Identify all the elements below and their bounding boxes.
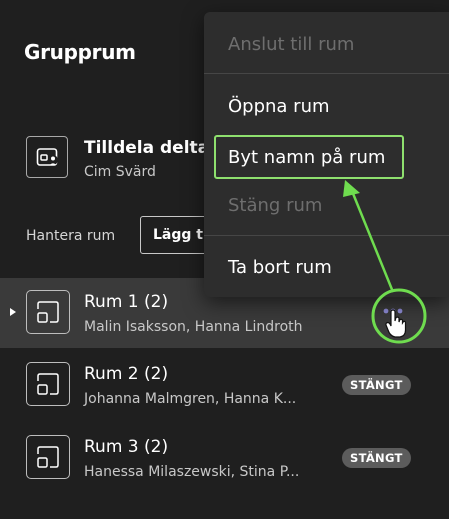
- room-members: Malin Isaksson, Hanna Lindroth: [84, 319, 303, 335]
- room-name: Rum 3 (2): [84, 437, 169, 457]
- menu-item-delete-room[interactable]: Ta bort rum: [228, 257, 332, 278]
- more-options-icon[interactable]: [376, 295, 412, 331]
- status-badge: STÄNGT: [342, 375, 411, 395]
- manage-rooms-label: Hantera rum: [26, 228, 116, 244]
- room-icon: [26, 435, 70, 479]
- menu-divider: [204, 235, 449, 236]
- room-members: Johanna Malmgren, Hanna K...: [84, 391, 297, 407]
- room-row-2[interactable]: Rum 2 (2) Johanna Malmgren, Hanna K... S…: [0, 350, 449, 420]
- menu-divider: [204, 73, 449, 74]
- assign-participants-subtitle: Cim Svärd: [84, 164, 156, 180]
- status-badge: STÄNGT: [342, 448, 411, 468]
- menu-item-close-room[interactable]: Stäng rum: [228, 195, 322, 216]
- room-icon: [26, 290, 70, 334]
- room-row-3[interactable]: Rum 3 (2) Hanessa Milaszewski, Stina P..…: [0, 423, 449, 493]
- selected-indicator: [10, 308, 16, 316]
- assign-participants-label: Tilldela delta: [84, 138, 210, 158]
- room-context-menu: Anslut till rum Öppna rum Byt namn på ru…: [204, 12, 449, 297]
- assign-participants-icon: [26, 136, 68, 178]
- menu-item-join-room[interactable]: Anslut till rum: [228, 34, 354, 55]
- room-members: Hanessa Milaszewski, Stina P...: [84, 464, 300, 480]
- menu-item-open-room[interactable]: Öppna rum: [228, 96, 330, 117]
- room-icon: [26, 362, 70, 406]
- room-name: Rum 2 (2): [84, 364, 169, 384]
- page-title: Grupprum: [24, 40, 136, 64]
- room-name: Rum 1 (2): [84, 292, 169, 312]
- menu-item-rename-room[interactable]: Byt namn på rum: [228, 147, 385, 168]
